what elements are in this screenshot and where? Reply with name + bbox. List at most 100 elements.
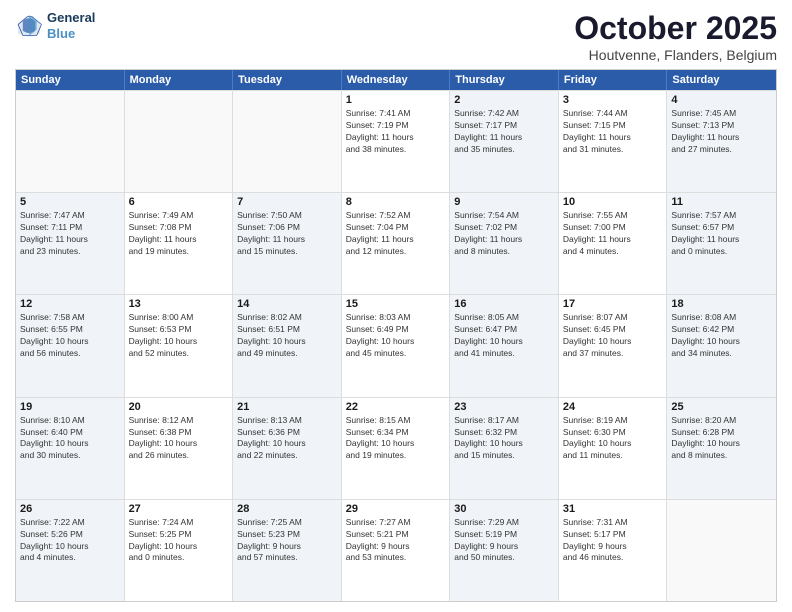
day-number: 10	[563, 196, 663, 208]
day-info: Sunrise: 7:31 AM Sunset: 5:17 PM Dayligh…	[563, 517, 663, 565]
weekday-header-sunday: Sunday	[16, 70, 125, 90]
day-number: 20	[129, 401, 229, 413]
calendar-cell-10: 10 Sunrise: 7:55 AM Sunset: 7:00 PM Dayli…	[559, 193, 668, 294]
calendar-cell-17: 17 Sunrise: 8:07 AM Sunset: 6:45 PM Dayli…	[559, 295, 668, 396]
calendar-cell-21: 21Sunrise: 8:13 AM Sunset: 6:36 PM Dayli…	[233, 398, 342, 499]
calendar-cell-28: 28 Sunrise: 7:25 AM Sunset: 5:23 PM Dayli…	[233, 500, 342, 601]
calendar-body: 1Sunrise: 7:41 AM Sunset: 7:19 PM Daylig…	[16, 90, 776, 601]
calendar-cell-empty-0-1	[125, 91, 234, 192]
day-number: 27	[129, 503, 229, 515]
calendar-cell-9: 9 Sunrise: 7:54 AM Sunset: 7:02 PM Daylig…	[450, 193, 559, 294]
calendar-cell-11: 11 Sunrise: 7:57 AM Sunset: 6:57 PM Dayli…	[667, 193, 776, 294]
calendar-cell-empty-0-2	[233, 91, 342, 192]
location: Houtvenne, Flanders, Belgium	[574, 47, 777, 63]
day-number: 2	[454, 94, 554, 106]
day-info: Sunrise: 7:41 AM Sunset: 7:19 PM Dayligh…	[346, 108, 446, 156]
day-number: 24	[563, 401, 663, 413]
month-title: October 2025	[574, 10, 777, 47]
day-number: 30	[454, 503, 554, 515]
header: General Blue October 2025 Houtvenne, Fla…	[15, 10, 777, 63]
weekday-header-monday: Monday	[125, 70, 234, 90]
calendar-cell-31: 31 Sunrise: 7:31 AM Sunset: 5:17 PM Dayli…	[559, 500, 668, 601]
day-info: Sunrise: 7:44 AM Sunset: 7:15 PM Dayligh…	[563, 108, 663, 156]
calendar-row-4: 19 Sunrise: 8:10 AM Sunset: 6:40 PM Dayli…	[16, 397, 776, 499]
day-info: Sunrise: 7:50 AM Sunset: 7:06 PM Dayligh…	[237, 210, 337, 258]
calendar-cell-13: 13Sunrise: 8:00 AM Sunset: 6:53 PM Dayli…	[125, 295, 234, 396]
calendar-row-5: 26Sunrise: 7:22 AM Sunset: 5:26 PM Dayli…	[16, 499, 776, 601]
title-area: October 2025 Houtvenne, Flanders, Belgiu…	[574, 10, 777, 63]
calendar-cell-5: 5Sunrise: 7:47 AM Sunset: 7:11 PM Daylig…	[16, 193, 125, 294]
day-number: 17	[563, 298, 663, 310]
calendar-header: SundayMondayTuesdayWednesdayThursdayFrid…	[16, 70, 776, 90]
calendar-cell-18: 18Sunrise: 8:08 AM Sunset: 6:42 PM Dayli…	[667, 295, 776, 396]
weekday-header-saturday: Saturday	[667, 70, 776, 90]
weekday-header-thursday: Thursday	[450, 70, 559, 90]
calendar-cell-16: 16 Sunrise: 8:05 AM Sunset: 6:47 PM Dayli…	[450, 295, 559, 396]
day-info: Sunrise: 7:54 AM Sunset: 7:02 PM Dayligh…	[454, 210, 554, 258]
day-info: Sunrise: 7:29 AM Sunset: 5:19 PM Dayligh…	[454, 517, 554, 565]
day-number: 29	[346, 503, 446, 515]
day-info: Sunrise: 7:42 AM Sunset: 7:17 PM Dayligh…	[454, 108, 554, 156]
calendar-cell-15: 15Sunrise: 8:03 AM Sunset: 6:49 PM Dayli…	[342, 295, 451, 396]
day-number: 16	[454, 298, 554, 310]
day-info: Sunrise: 8:15 AM Sunset: 6:34 PM Dayligh…	[346, 415, 446, 463]
calendar-cell-29: 29 Sunrise: 7:27 AM Sunset: 5:21 PM Dayli…	[342, 500, 451, 601]
calendar-cell-20: 20 Sunrise: 8:12 AM Sunset: 6:38 PM Dayli…	[125, 398, 234, 499]
day-info: Sunrise: 8:07 AM Sunset: 6:45 PM Dayligh…	[563, 312, 663, 360]
day-info: Sunrise: 7:45 AM Sunset: 7:13 PM Dayligh…	[671, 108, 772, 156]
day-number: 26	[20, 503, 120, 515]
weekday-header-tuesday: Tuesday	[233, 70, 342, 90]
day-number: 19	[20, 401, 120, 413]
weekday-header-friday: Friday	[559, 70, 668, 90]
calendar-cell-26: 26Sunrise: 7:22 AM Sunset: 5:26 PM Dayli…	[16, 500, 125, 601]
day-info: Sunrise: 7:58 AM Sunset: 6:55 PM Dayligh…	[20, 312, 120, 360]
day-number: 5	[20, 196, 120, 208]
day-number: 22	[346, 401, 446, 413]
day-number: 11	[671, 196, 772, 208]
calendar-cell-8: 8Sunrise: 7:52 AM Sunset: 7:04 PM Daylig…	[342, 193, 451, 294]
calendar-cell-3: 3 Sunrise: 7:44 AM Sunset: 7:15 PM Daylig…	[559, 91, 668, 192]
day-info: Sunrise: 8:12 AM Sunset: 6:38 PM Dayligh…	[129, 415, 229, 463]
day-number: 25	[671, 401, 772, 413]
day-number: 6	[129, 196, 229, 208]
day-info: Sunrise: 8:05 AM Sunset: 6:47 PM Dayligh…	[454, 312, 554, 360]
day-info: Sunrise: 7:57 AM Sunset: 6:57 PM Dayligh…	[671, 210, 772, 258]
calendar-cell-22: 22 Sunrise: 8:15 AM Sunset: 6:34 PM Dayli…	[342, 398, 451, 499]
day-number: 12	[20, 298, 120, 310]
calendar-row-1: 1Sunrise: 7:41 AM Sunset: 7:19 PM Daylig…	[16, 90, 776, 192]
day-info: Sunrise: 8:10 AM Sunset: 6:40 PM Dayligh…	[20, 415, 120, 463]
day-number: 7	[237, 196, 337, 208]
calendar-cell-4: 4Sunrise: 7:45 AM Sunset: 7:13 PM Daylig…	[667, 91, 776, 192]
day-number: 14	[237, 298, 337, 310]
calendar-cell-12: 12 Sunrise: 7:58 AM Sunset: 6:55 PM Dayli…	[16, 295, 125, 396]
calendar-cell-23: 23 Sunrise: 8:17 AM Sunset: 6:32 PM Dayli…	[450, 398, 559, 499]
logo-text: General Blue	[47, 10, 95, 41]
day-info: Sunrise: 7:25 AM Sunset: 5:23 PM Dayligh…	[237, 517, 337, 565]
calendar-row-2: 5Sunrise: 7:47 AM Sunset: 7:11 PM Daylig…	[16, 192, 776, 294]
day-number: 9	[454, 196, 554, 208]
day-number: 23	[454, 401, 554, 413]
calendar-cell-27: 27 Sunrise: 7:24 AM Sunset: 5:25 PM Dayli…	[125, 500, 234, 601]
calendar-cell-1: 1Sunrise: 7:41 AM Sunset: 7:19 PM Daylig…	[342, 91, 451, 192]
logo: General Blue	[15, 10, 95, 41]
day-info: Sunrise: 8:17 AM Sunset: 6:32 PM Dayligh…	[454, 415, 554, 463]
day-number: 3	[563, 94, 663, 106]
day-info: Sunrise: 7:27 AM Sunset: 5:21 PM Dayligh…	[346, 517, 446, 565]
day-number: 31	[563, 503, 663, 515]
logo-line1: General	[47, 10, 95, 26]
day-info: Sunrise: 8:13 AM Sunset: 6:36 PM Dayligh…	[237, 415, 337, 463]
calendar-cell-empty-4-6	[667, 500, 776, 601]
day-info: Sunrise: 7:55 AM Sunset: 7:00 PM Dayligh…	[563, 210, 663, 258]
calendar-cell-30: 30 Sunrise: 7:29 AM Sunset: 5:19 PM Dayli…	[450, 500, 559, 601]
calendar-row-3: 12 Sunrise: 7:58 AM Sunset: 6:55 PM Dayli…	[16, 294, 776, 396]
calendar-cell-empty-0-0	[16, 91, 125, 192]
day-number: 28	[237, 503, 337, 515]
weekday-header-wednesday: Wednesday	[342, 70, 451, 90]
day-info: Sunrise: 8:00 AM Sunset: 6:53 PM Dayligh…	[129, 312, 229, 360]
day-info: Sunrise: 8:02 AM Sunset: 6:51 PM Dayligh…	[237, 312, 337, 360]
day-info: Sunrise: 8:08 AM Sunset: 6:42 PM Dayligh…	[671, 312, 772, 360]
day-info: Sunrise: 8:19 AM Sunset: 6:30 PM Dayligh…	[563, 415, 663, 463]
calendar-cell-14: 14 Sunrise: 8:02 AM Sunset: 6:51 PM Dayli…	[233, 295, 342, 396]
day-info: Sunrise: 8:03 AM Sunset: 6:49 PM Dayligh…	[346, 312, 446, 360]
day-info: Sunrise: 7:24 AM Sunset: 5:25 PM Dayligh…	[129, 517, 229, 565]
